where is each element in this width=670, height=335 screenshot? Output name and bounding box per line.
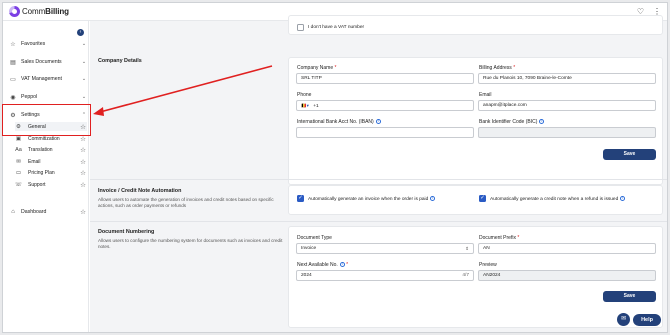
bic-label: Bank Identifier Code (BIC) i	[479, 119, 545, 125]
company-name-input[interactable]: SRL TITP	[296, 73, 474, 84]
chevron-down-icon: ⌄	[81, 94, 87, 100]
company-name-label: Company Name *	[297, 65, 337, 71]
save-button[interactable]: Save	[603, 291, 656, 302]
preview-field: AN2024	[478, 270, 656, 281]
automation-card: ✓ Automatically generate an invoice when…	[288, 185, 663, 215]
sidebar-subitem-label: Pricing Plan	[28, 169, 55, 176]
next-number-value: 2024	[301, 273, 312, 278]
sidebar-item-label: Dashboard	[21, 209, 47, 215]
info-icon[interactable]: i	[620, 196, 626, 201]
sidebar-item-vat-management[interactable]: ▭ VAT Management ⌄	[9, 74, 87, 84]
sidebar-item-peppol[interactable]: ◉ Peppol ⌄	[9, 92, 87, 102]
auto-credit-note-label: Automatically generate a credit note whe…	[490, 196, 626, 202]
auto-credit-note-checkbox[interactable]: ✓	[479, 195, 486, 202]
sidebar-subitem-support[interactable]: ☏ Support ☆	[15, 180, 87, 189]
main-content: I don't have a VAT number Company Detail…	[90, 15, 667, 332]
document-type-select[interactable]: Invoice ⇕	[296, 243, 474, 254]
chevron-down-icon: ⌄	[81, 41, 87, 47]
info-icon[interactable]: i	[539, 119, 545, 125]
phone-value: +1	[313, 104, 319, 109]
card-icon: ▭	[15, 169, 22, 176]
document-prefix-label: Document Prefix *	[479, 235, 520, 241]
sidebar-subitem-label: Commitization	[28, 135, 60, 142]
sidebar-item-label: VAT Management	[21, 76, 62, 82]
auto-invoice-label: Automatically generate an invoice when t…	[308, 196, 436, 202]
translate-icon: Aa	[15, 146, 22, 153]
sidebar-item-label: Favourites	[21, 41, 46, 47]
numbering-description: Allows users to configure the numbering …	[98, 238, 283, 249]
annotation-highlight-box	[2, 104, 91, 136]
document-prefix-input[interactable]: AN	[478, 243, 656, 254]
sidebar-subitem-label: Email	[28, 158, 41, 165]
star-icon[interactable]: ☆	[79, 181, 87, 189]
sidebar-subitem-label: Support	[28, 181, 46, 188]
mail-icon: ✉	[16, 158, 21, 165]
help-button[interactable]: Help	[633, 313, 661, 326]
sidebar-subitem-label: Translation	[28, 146, 53, 153]
character-counter: 4/7	[462, 273, 469, 278]
vat-card: I don't have a VAT number	[288, 15, 663, 35]
chevron-left-icon[interactable]: ‹	[77, 29, 84, 36]
sidebar-subitem-email[interactable]: ✉ Email ☆	[15, 157, 87, 166]
company-details-card: Company Name * SRL TITP Billing Address …	[288, 57, 663, 185]
numbering-card: Document Type Invoice ⇕ Document Prefix …	[288, 226, 663, 328]
iban-label: International Bank Acct No. (IBAN) i	[297, 119, 381, 125]
section-divider	[90, 179, 667, 180]
sidebar-subitem-translation[interactable]: Aa Translation ☆	[15, 145, 87, 154]
sidebar-item-dashboard[interactable]: ⌂ Dashboard ☆	[9, 207, 87, 217]
sidebar-item-label: Sales Documents	[21, 59, 62, 65]
star-icon[interactable]: ☆	[79, 146, 87, 154]
sidebar-subitem-pricing-plan[interactable]: ▭ Pricing Plan ☆	[15, 168, 87, 177]
star-icon: ☆	[10, 41, 16, 48]
logo-mark-icon	[9, 6, 20, 17]
section-divider	[90, 221, 667, 222]
preview-label: Preview	[479, 262, 497, 268]
phone-input[interactable]: 🇧🇪▾ +1	[296, 100, 474, 111]
automation-title: Invoice / Credit Note Automation	[98, 188, 182, 194]
document-icon: ▤	[10, 59, 16, 66]
percent-icon: ▭	[10, 76, 16, 83]
chat-icon[interactable]: ✉	[617, 313, 631, 326]
chevron-down-icon: ⌄	[81, 76, 87, 82]
globe-icon: ◉	[10, 94, 16, 101]
automation-description: Allows users to automate the generation …	[98, 197, 274, 208]
email-input[interactable]: anapm@itplace.com	[478, 100, 656, 111]
logo-text: CommBilling	[22, 7, 69, 16]
flag-be-icon[interactable]: 🇧🇪▾	[301, 103, 309, 108]
no-vat-checkbox[interactable]	[297, 24, 304, 31]
iban-input[interactable]	[296, 127, 474, 138]
numbering-title: Document Numbering	[98, 229, 155, 235]
sidebar-item-label: Peppol	[21, 94, 38, 100]
file-icon: ▣	[15, 135, 22, 142]
billing-address-input[interactable]: Rue du Planois 10, 7090 Braine-le-Comte	[478, 73, 656, 84]
sidebar-item-favourites[interactable]: ☆ Favourites ⌄	[9, 39, 87, 49]
document-type-label: Document Type	[297, 235, 332, 241]
company-details-title: Company Details	[98, 58, 142, 64]
app-window: CommBilling ♡ ⋮ ‹ ☆ Favourites ⌄ ▤ Sales…	[2, 2, 668, 333]
next-number-input[interactable]: 2024 4/7	[296, 270, 474, 281]
info-icon[interactable]: i	[375, 119, 381, 125]
select-arrows-icon: ⇕	[465, 246, 469, 251]
star-icon[interactable]: ☆	[79, 158, 87, 166]
next-number-label: Next Available No. i *	[297, 262, 349, 268]
info-icon[interactable]: i	[430, 196, 436, 201]
chevron-down-icon: ⌄	[81, 59, 87, 65]
sidebar: ‹ ☆ Favourites ⌄ ▤ Sales Documents ⌄ ▭ V…	[3, 21, 89, 332]
document-type-value: Invoice	[301, 246, 317, 251]
auto-invoice-checkbox[interactable]: ✓	[297, 195, 304, 202]
sidebar-item-sales-documents[interactable]: ▤ Sales Documents ⌄	[9, 57, 87, 67]
help-widget: ✉ Help	[617, 313, 661, 326]
support-icon: ☏	[15, 181, 22, 188]
home-icon: ⌂	[11, 209, 15, 215]
info-icon[interactable]: i	[339, 262, 345, 268]
star-icon[interactable]: ☆	[79, 169, 87, 177]
phone-label: Phone	[297, 92, 312, 98]
bic-input[interactable]	[478, 127, 656, 138]
save-button[interactable]: Save	[603, 149, 656, 160]
no-vat-label: I don't have a VAT number	[308, 24, 365, 30]
email-label: Email	[479, 92, 492, 98]
app-logo[interactable]: CommBilling	[9, 6, 69, 17]
star-icon[interactable]: ☆	[79, 208, 87, 216]
billing-address-label: Billing Address *	[479, 65, 516, 71]
